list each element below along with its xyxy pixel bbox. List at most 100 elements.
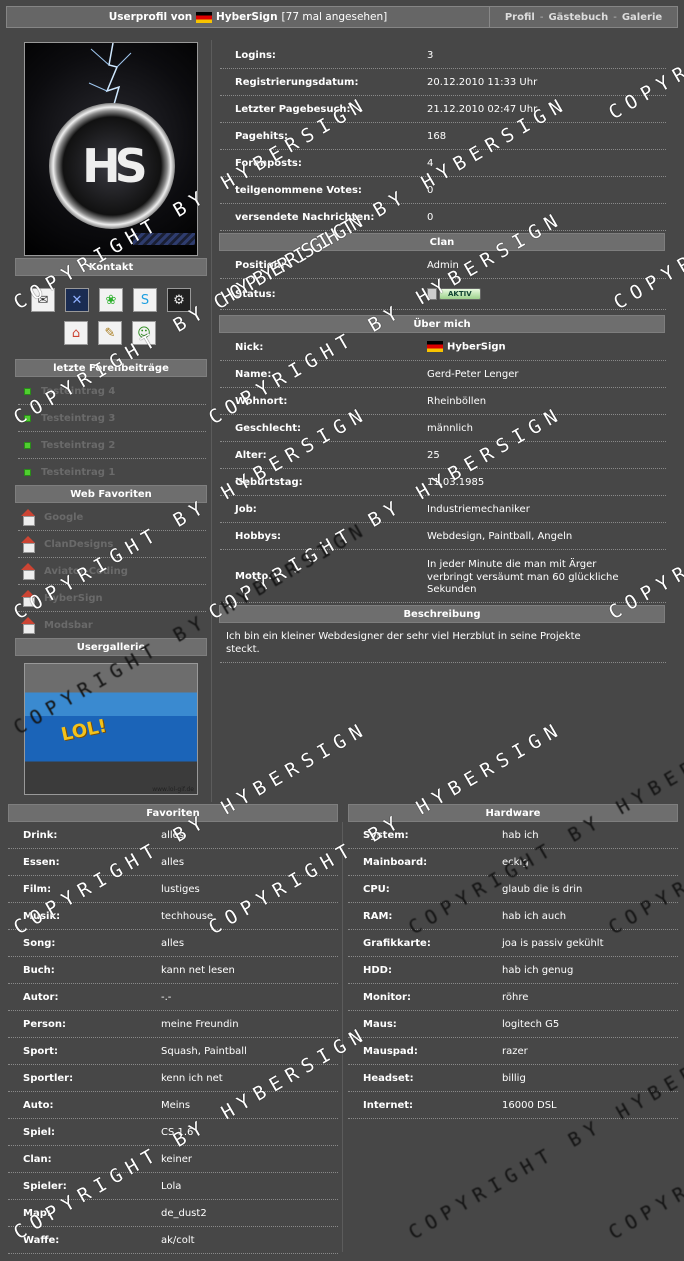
row-label: Song: bbox=[23, 937, 56, 949]
gallery-caption: www.lol-gif.de bbox=[152, 786, 194, 793]
info-row: Mauspad: razer bbox=[348, 1038, 678, 1065]
info-row: Registrierungsdatum: 20.12.2010 11:33 Uhr bbox=[220, 69, 666, 96]
status-badge-text: AKTIV bbox=[439, 288, 481, 300]
column-divider bbox=[211, 40, 212, 802]
row-label: Internet: bbox=[363, 1099, 414, 1111]
about-header: Über mich bbox=[219, 315, 665, 333]
web-favorites-header: Web Favoriten bbox=[15, 485, 207, 503]
forum-post-item[interactable]: Testeintrag 3 bbox=[18, 405, 206, 432]
info-row: Geschlecht: männlich bbox=[220, 415, 666, 442]
forum-post-title: Testeintrag 4 bbox=[41, 385, 116, 397]
add-buddy-icon[interactable]: ☺ bbox=[132, 321, 156, 345]
info-row: System: hab ich bbox=[348, 822, 678, 849]
web-favorite-item[interactable]: HyberSign bbox=[18, 585, 206, 612]
forum-post-item[interactable]: Testeintrag 1 bbox=[18, 459, 206, 486]
guestbook-icon[interactable]: ✎ bbox=[98, 321, 122, 345]
info-row: Sportler: kenn ich net bbox=[8, 1065, 338, 1092]
xfire-icon[interactable]: ✕ bbox=[65, 288, 89, 312]
row-value: 25 bbox=[427, 449, 440, 461]
row-label: Map: bbox=[23, 1207, 51, 1219]
row-value: röhre bbox=[502, 991, 529, 1003]
row-value: lustiges bbox=[161, 883, 200, 895]
info-row: Drink: alles bbox=[8, 822, 338, 849]
info-row: Grafikkarte: joa is passiv gekühlt bbox=[348, 930, 678, 957]
info-row: Film: lustiges bbox=[8, 876, 338, 903]
profile-title: Userprofil von HyberSign [77 mal angeseh… bbox=[7, 7, 490, 27]
info-row: Clan: keiner bbox=[8, 1146, 338, 1173]
row-value: Rheinböllen bbox=[427, 395, 487, 407]
row-label: Pagehits: bbox=[235, 130, 289, 142]
web-favorite-item[interactable]: Modsbar bbox=[18, 612, 206, 639]
row-label: Essen: bbox=[23, 856, 60, 868]
row-value: eckig bbox=[502, 856, 529, 868]
motto-line: verbringt versäumt man 60 glückliche bbox=[427, 571, 619, 583]
description-line: Ich bin ein kleiner Webdesigner der sehr… bbox=[226, 631, 581, 642]
skype-icon[interactable]: S bbox=[133, 288, 157, 312]
info-row: Autor: -.- bbox=[8, 984, 338, 1011]
row-label: Motto: bbox=[235, 571, 273, 582]
clan-status-row: Status: AKTIV bbox=[220, 279, 666, 310]
row-value: alles bbox=[161, 829, 185, 841]
info-row: Letzter Pagebesuch: 21.12.2010 02:47 Uhr bbox=[220, 96, 666, 123]
forum-post-title: Testeintrag 3 bbox=[41, 412, 116, 424]
avatar-decoration bbox=[133, 233, 195, 245]
info-row: CPU: glaub die is drin bbox=[348, 876, 678, 903]
nav-separator: - bbox=[539, 11, 544, 23]
info-row: Hobbys: Webdesign, Paintball, Angeln bbox=[220, 523, 666, 550]
motto-line: Sekunden bbox=[427, 584, 477, 595]
row-value: 11.03.1985 bbox=[427, 476, 485, 488]
nav-gaestebuch[interactable]: Gästebuch bbox=[548, 12, 608, 23]
row-value: 21.12.2010 02:47 Uhr bbox=[427, 103, 538, 115]
home-icon bbox=[20, 536, 36, 553]
web-favorite-item[interactable]: Aviator-Coding bbox=[18, 558, 206, 585]
info-row: Auto: Meins bbox=[8, 1092, 338, 1119]
mail-icon[interactable]: ✉ bbox=[31, 288, 55, 312]
row-label: Auto: bbox=[23, 1099, 54, 1111]
gallery-lol-text: LOL! bbox=[59, 715, 109, 746]
row-label: Maus: bbox=[363, 1018, 397, 1030]
row-label: Buch: bbox=[23, 964, 55, 976]
row-label: Headset: bbox=[363, 1072, 414, 1084]
icq-icon[interactable]: ❀ bbox=[99, 288, 123, 312]
info-row: versendete Nachrichten: 0 bbox=[220, 204, 666, 231]
motto-line: In jeder Minute die man mit Ärger bbox=[427, 559, 597, 570]
row-value: Webdesign, Paintball, Angeln bbox=[427, 530, 573, 542]
row-label: Monitor: bbox=[363, 991, 411, 1003]
row-label: Alter: bbox=[235, 449, 267, 461]
steam-icon[interactable]: ⚙ bbox=[167, 288, 191, 312]
forum-post-item[interactable]: Testeintrag 2 bbox=[18, 432, 206, 459]
bottom-column-divider bbox=[342, 822, 343, 1252]
row-value: hab ich bbox=[502, 829, 539, 841]
favorites-header: Favoriten bbox=[8, 804, 338, 822]
info-row: HDD: hab ich genug bbox=[348, 957, 678, 984]
info-row: Wohnort: Rheinböllen bbox=[220, 388, 666, 415]
row-label: Sport: bbox=[23, 1045, 58, 1057]
nav-profil[interactable]: Profil bbox=[505, 12, 535, 23]
info-row: Person: meine Freundin bbox=[8, 1011, 338, 1038]
row-label: teilgenommene Votes: bbox=[235, 184, 362, 196]
row-value: meine Freundin bbox=[161, 1018, 239, 1030]
info-row: Internet: 16000 DSL bbox=[348, 1092, 678, 1119]
forum-posts-header: letzte Forenbeiträge bbox=[15, 359, 207, 377]
row-label: CPU: bbox=[363, 883, 390, 895]
clan-header: Clan bbox=[219, 233, 665, 251]
row-label: Position: bbox=[235, 259, 285, 271]
row-label: Mainboard: bbox=[363, 856, 428, 868]
info-row: Alter: 25 bbox=[220, 442, 666, 469]
web-favorite-item[interactable]: Google bbox=[18, 504, 206, 531]
row-label: Hobbys: bbox=[235, 530, 282, 542]
forum-post-item[interactable]: Testeintrag 4 bbox=[18, 378, 206, 405]
description-divider bbox=[220, 662, 666, 663]
nav-galerie[interactable]: Galerie bbox=[622, 12, 662, 23]
description-text: Ich bin ein kleiner Webdesigner der sehr… bbox=[226, 631, 666, 656]
row-label: Mauspad: bbox=[363, 1045, 418, 1057]
home-icon bbox=[20, 617, 36, 634]
web-favorite-item[interactable]: ClanDesigns bbox=[18, 531, 206, 558]
bullet-icon bbox=[24, 387, 31, 395]
row-label: Autor: bbox=[23, 991, 59, 1003]
gallery-thumbnail[interactable]: LOL! www.lol-gif.de bbox=[24, 663, 198, 795]
homepage-icon[interactable]: ⌂ bbox=[64, 321, 88, 345]
web-favorite-link: Modsbar bbox=[44, 619, 93, 631]
row-value: techhouse bbox=[161, 910, 214, 922]
row-label: Letzter Pagebesuch: bbox=[235, 103, 351, 115]
